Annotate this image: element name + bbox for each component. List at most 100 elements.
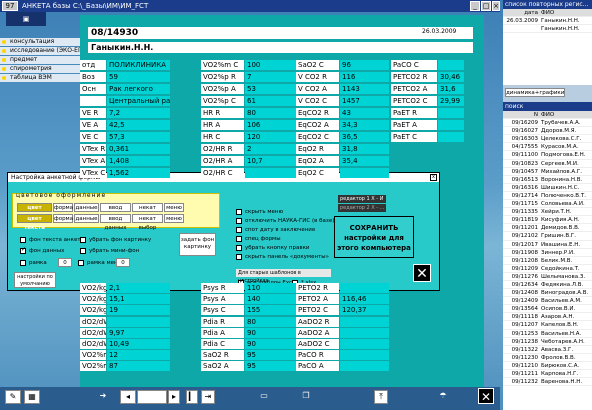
editor1-field[interactable]: редактор 1 Х - И <box>338 195 386 203</box>
dialog-option-checkbox[interactable]: спот дату в заключение <box>236 226 315 234</box>
field-value[interactable]: 155 <box>245 305 301 316</box>
set-bg-image-button[interactable]: задать фон картинку <box>179 233 216 256</box>
left-menu-item[interactable]: таблица ВЭМ <box>0 74 80 82</box>
field-value[interactable]: 12 <box>107 350 170 361</box>
field-value[interactable]: 10,7 <box>245 156 301 166</box>
list-item[interactable]: 09/16316 Шишкин.Н.С. <box>503 184 592 192</box>
copy-icon[interactable]: ❐ <box>300 390 312 404</box>
field-value[interactable]: 35,4 <box>340 156 389 166</box>
field-value[interactable]: 43 <box>340 108 389 118</box>
field-value[interactable]: 15,1 <box>107 294 170 305</box>
umbrella-icon[interactable]: ☂ <box>436 390 450 404</box>
color-option-button[interactable]: некат выбор <box>132 214 163 231</box>
field-value[interactable]: 57,3 <box>107 132 170 142</box>
list-item[interactable]: 09/11230 Фролов.В.В. <box>503 354 592 362</box>
field-value[interactable] <box>340 361 389 372</box>
dialog-option-checkbox[interactable]: убрать кнопку правки <box>236 244 310 252</box>
list-item[interactable]: 09/13564 Осипов.В.И. <box>503 305 592 314</box>
field-value[interactable]: 19 <box>107 305 170 316</box>
color-option-button[interactable]: ввод данных <box>100 214 131 231</box>
field-value[interactable]: 87 <box>107 361 170 372</box>
field-value[interactable] <box>107 316 170 327</box>
minimize-button[interactable]: _ <box>470 1 480 11</box>
field-value[interactable]: 61 <box>245 96 301 106</box>
field-value[interactable] <box>340 168 389 178</box>
tools-icon[interactable]: ✎ <box>5 390 21 404</box>
field-value[interactable]: 116 <box>340 72 389 82</box>
list-item[interactable]: 09/11210 Бирюков.С.А. <box>503 362 592 370</box>
field-value[interactable]: 1457 <box>340 96 389 106</box>
dialog-option-checkbox[interactable]: отключить НАУКА-ГИС (в базе) <box>236 217 334 225</box>
list-item[interactable]: 09/12017 Ивашина.Е.Н. <box>503 241 592 249</box>
grid-icon[interactable]: ▦ <box>24 390 40 404</box>
dialog-x-button[interactable]: ✕ <box>413 264 431 282</box>
record-field[interactable] <box>137 390 167 404</box>
color-option-button[interactable]: данные <box>74 203 99 212</box>
field-value[interactable] <box>340 283 389 293</box>
field-value[interactable]: 1,562 <box>107 168 170 178</box>
left-menu-item[interactable]: консультация <box>0 38 80 46</box>
list-item[interactable]: 09/11908 Зиннер.Р.И. <box>503 249 592 257</box>
list-item[interactable]: 09/11276 Шельманова.З. <box>503 273 592 281</box>
field-value[interactable]: 96 <box>340 60 389 70</box>
list-item[interactable]: 09/10457 Михайлов.А.Г. <box>503 168 592 176</box>
small-field-checkbox[interactable]: рамка <box>20 259 47 267</box>
field-value[interactable]: 110 <box>245 283 301 293</box>
field-value[interactable]: 100 <box>245 60 301 70</box>
field-value[interactable] <box>340 316 389 327</box>
list-item[interactable]: 04/17555 Курасов.М.А. <box>503 143 592 152</box>
field-value[interactable] <box>438 132 464 142</box>
field-value[interactable]: 1143 <box>340 84 389 94</box>
list-item[interactable]: 09/11238 Чеботарев.А.Н. <box>503 338 592 346</box>
field-value[interactable]: 53 <box>245 84 301 94</box>
list-item[interactable]: 09/16513 Воронина.Н.В. <box>503 176 592 184</box>
field-value[interactable]: 1,408 <box>107 156 170 166</box>
color-option-button[interactable]: форма <box>53 214 73 223</box>
field-value[interactable]: 9,97 <box>107 327 170 338</box>
field-value[interactable]: 2 <box>245 144 301 154</box>
field-value[interactable] <box>340 339 389 349</box>
maximize-button[interactable]: □ <box>481 1 491 11</box>
patient-name[interactable]: Ганыкин.Н.Н. <box>88 42 473 53</box>
dynamics-button[interactable]: динамика+графики <box>505 88 565 97</box>
color-option-button[interactable]: данные <box>74 214 99 223</box>
field-value[interactable] <box>340 327 389 338</box>
field-value[interactable]: 140 <box>245 294 301 305</box>
list-item[interactable]: 09/11209 Седойкина.Т. <box>503 265 592 273</box>
field-value[interactable]: 30,46 <box>438 72 464 82</box>
field-value[interactable] <box>340 350 389 361</box>
color-option-button[interactable]: меню <box>164 214 184 223</box>
color-option-button[interactable]: некат выбор <box>132 203 163 220</box>
list-item[interactable]: 09/16209 Трубачев.А.А. <box>503 119 592 128</box>
list-item[interactable]: 09/11208 Белик.М.В. <box>503 257 592 265</box>
field-value[interactable]: 90 <box>245 327 301 338</box>
list-item[interactable]: 09/12102 Гришин.В.Г. <box>503 232 592 241</box>
field-value[interactable]: 10,49 <box>107 339 170 349</box>
dialog-option-checkbox[interactable]: скрыть меню <box>236 208 283 216</box>
dialog-checkbox[interactable]: фон данных <box>20 246 64 255</box>
field-value[interactable]: 106 <box>245 120 301 130</box>
field-value[interactable] <box>438 120 464 130</box>
field-value[interactable]: 59 <box>107 72 170 82</box>
color-option-button[interactable]: форма <box>53 203 73 212</box>
list-item[interactable]: 09/11253 Васильев.Н.А. <box>503 330 592 338</box>
list-item[interactable]: 09/11232 Варенова.Н.Н. <box>503 378 592 387</box>
document-icon[interactable]: ▭ <box>258 390 270 404</box>
list-item[interactable]: 09/11322 Авасва.З.Г. <box>503 346 592 354</box>
field-value[interactable]: Рак легкого <box>107 84 170 94</box>
field-value[interactable]: 120 <box>245 132 301 142</box>
scroll-right-button[interactable]: ▸ <box>168 390 180 404</box>
field-value[interactable]: 29,99 <box>438 96 464 106</box>
list-item[interactable]: 09/11335 Хейри.Т.Н. <box>503 208 592 217</box>
save-settings-button[interactable]: СОХРАНИТЬ настройки для этого компьютера <box>334 216 414 258</box>
field-value[interactable] <box>438 60 464 70</box>
list-item[interactable]: 09/11211 Карпова.Н.Г. <box>503 370 592 379</box>
list-item[interactable]: 09/11100 Подмогова.Е.Н. <box>503 151 592 160</box>
field-value[interactable]: 42,5 <box>107 120 170 130</box>
dialog-close-button[interactable]: x <box>430 174 437 181</box>
left-menu-item[interactable]: предмет <box>0 56 80 64</box>
arrow-icon[interactable]: ➜ <box>96 390 110 404</box>
list-item[interactable]: 09/11201 Демидов.В.В. <box>503 224 592 233</box>
field-value[interactable]: 31,6 <box>438 84 464 94</box>
list-item[interactable]: 09/11819 Кисуфия.А.Н. <box>503 216 592 225</box>
